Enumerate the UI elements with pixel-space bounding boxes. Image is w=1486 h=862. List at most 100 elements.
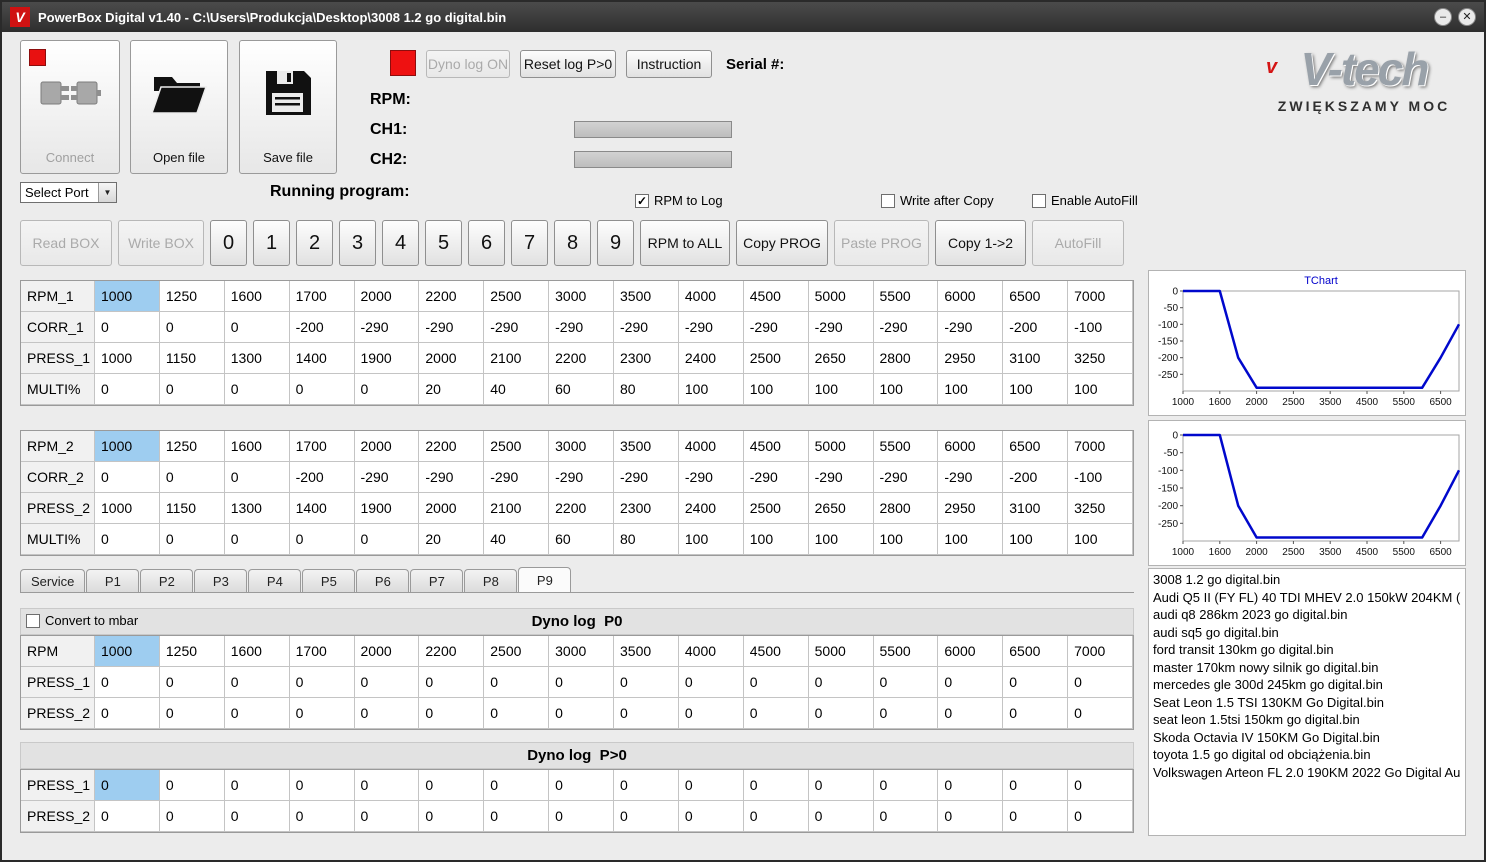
table-cell[interactable]: -290 <box>484 462 550 493</box>
table-cell[interactable]: 0 <box>354 667 420 698</box>
table-cell[interactable]: 1400 <box>289 343 355 374</box>
table-cell[interactable]: 1700 <box>289 281 355 312</box>
table-cell[interactable]: 0 <box>938 770 1004 801</box>
table-cell[interactable]: 0 <box>1068 770 1133 801</box>
table-cell[interactable]: 2400 <box>678 493 744 524</box>
table-cell[interactable]: 1000 <box>95 493 160 524</box>
table-cell[interactable]: 0 <box>873 770 939 801</box>
table-cell[interactable]: 0 <box>549 698 614 729</box>
table-cell[interactable]: 2000 <box>354 431 420 462</box>
table-cell[interactable]: -290 <box>484 312 550 343</box>
tab-p5[interactable]: P5 <box>302 569 356 593</box>
table-cell[interactable]: 0 <box>95 524 160 555</box>
table-cell[interactable]: 0 <box>678 698 744 729</box>
table-cell[interactable]: 2500 <box>743 493 809 524</box>
table-cell[interactable]: 0 <box>938 667 1004 698</box>
tab-p8[interactable]: P8 <box>464 569 518 593</box>
table-cell[interactable]: -200 <box>1003 462 1069 493</box>
table-cell[interactable]: 3250 <box>1068 343 1133 374</box>
table-cell[interactable]: 0 <box>743 667 809 698</box>
table-cell[interactable]: 0 <box>678 770 744 801</box>
table-cell[interactable]: 0 <box>289 667 355 698</box>
table-cell[interactable]: 0 <box>224 524 290 555</box>
table-cell[interactable]: 0 <box>159 524 225 555</box>
table-cell[interactable]: -290 <box>419 462 485 493</box>
table-cell[interactable]: 0 <box>1003 770 1069 801</box>
table-cell[interactable]: -290 <box>808 312 874 343</box>
table-cell[interactable]: 0 <box>419 667 485 698</box>
table-cell[interactable]: 0 <box>549 667 614 698</box>
table-cell[interactable]: 4500 <box>743 636 809 667</box>
table-cell[interactable]: 80 <box>614 374 679 405</box>
table-cell[interactable]: 0 <box>354 801 420 832</box>
tab-p9[interactable]: P9 <box>518 567 572 593</box>
table-cell[interactable]: 40 <box>484 374 550 405</box>
table-cell[interactable]: -200 <box>1003 312 1069 343</box>
chevron-down-icon[interactable]: ▼ <box>98 183 116 202</box>
rpm-to-all-button[interactable]: RPM to ALL <box>640 220 730 266</box>
enable-autofill-checkbox[interactable] <box>1032 193 1046 208</box>
table-cell[interactable]: 0 <box>95 374 160 405</box>
table-cell[interactable]: 0 <box>159 374 225 405</box>
table-cell[interactable]: 0 <box>419 770 485 801</box>
table-cell[interactable]: -290 <box>419 312 485 343</box>
table-cell[interactable]: -290 <box>678 312 744 343</box>
save-file-button[interactable]: Save file <box>239 40 337 174</box>
table-cell[interactable]: 0 <box>549 801 614 832</box>
digit-button-4[interactable]: 4 <box>382 220 419 266</box>
table-cell[interactable]: 0 <box>1068 698 1133 729</box>
table-cell[interactable]: -290 <box>938 462 1004 493</box>
table-cell[interactable]: 3100 <box>1003 343 1069 374</box>
minimize-button[interactable]: – <box>1434 8 1452 26</box>
convert-to-mbar-option[interactable]: Convert to mbar <box>26 613 138 628</box>
rpm-to-log-checkbox[interactable]: ✓ <box>635 193 649 208</box>
table-cell[interactable]: -200 <box>289 462 355 493</box>
table-cell[interactable]: 0 <box>159 462 225 493</box>
table-cell[interactable]: 0 <box>614 667 679 698</box>
table-cell[interactable]: 0 <box>159 698 225 729</box>
table-cell[interactable]: 0 <box>873 667 939 698</box>
table-cell[interactable]: -290 <box>614 312 679 343</box>
table-cell[interactable]: 0 <box>224 312 290 343</box>
table-cell[interactable]: 0 <box>1003 667 1069 698</box>
table-cell[interactable]: 100 <box>1068 524 1133 555</box>
table-cell[interactable]: 0 <box>95 312 160 343</box>
table-cell[interactable]: 1400 <box>289 493 355 524</box>
table-cell[interactable]: 1900 <box>354 343 420 374</box>
table-cell[interactable]: 7000 <box>1068 636 1133 667</box>
table-cell[interactable]: 1000 <box>95 281 160 312</box>
table-cell[interactable]: 100 <box>1003 524 1069 555</box>
table-cell[interactable]: 100 <box>873 524 939 555</box>
table-cell[interactable]: 1000 <box>95 636 160 667</box>
table-cell[interactable]: -290 <box>808 462 874 493</box>
file-list-item[interactable]: Volkswagen Arteon FL 2.0 190KM 2022 Go D… <box>1149 764 1465 782</box>
paste-prog-button[interactable]: Paste PROG <box>834 220 929 266</box>
table-cell[interactable]: 2000 <box>354 281 420 312</box>
table-cell[interactable]: 1700 <box>289 636 355 667</box>
table-cell[interactable]: 7000 <box>1068 281 1133 312</box>
table-cell[interactable]: 0 <box>224 374 290 405</box>
table-cell[interactable]: 5000 <box>808 281 874 312</box>
table-cell[interactable]: 100 <box>808 374 874 405</box>
table-cell[interactable]: 4000 <box>678 431 744 462</box>
table-cell[interactable]: -290 <box>938 312 1004 343</box>
table-cell[interactable]: 1000 <box>95 343 160 374</box>
table-cell[interactable]: 2100 <box>484 493 550 524</box>
table-cell[interactable]: 40 <box>484 524 550 555</box>
table-cell[interactable]: 1250 <box>159 431 225 462</box>
table-cell[interactable]: 80 <box>614 524 679 555</box>
table-cell[interactable]: 1600 <box>224 431 290 462</box>
table-cell[interactable]: 4500 <box>743 431 809 462</box>
table-cell[interactable]: 0 <box>614 770 679 801</box>
table-cell[interactable]: 2200 <box>419 431 485 462</box>
tab-p7[interactable]: P7 <box>410 569 464 593</box>
read-box-button[interactable]: Read BOX <box>20 220 112 266</box>
table-cell[interactable]: 0 <box>224 667 290 698</box>
table-cell[interactable]: 1150 <box>159 343 225 374</box>
table-cell[interactable]: 0 <box>224 698 290 729</box>
table-cell[interactable]: 0 <box>289 524 355 555</box>
table-cell[interactable]: -100 <box>1068 312 1133 343</box>
table-cell[interactable]: 2000 <box>354 636 420 667</box>
tab-p6[interactable]: P6 <box>356 569 410 593</box>
file-list-item[interactable]: mercedes gle 300d 245km go digital.bin <box>1149 676 1465 694</box>
